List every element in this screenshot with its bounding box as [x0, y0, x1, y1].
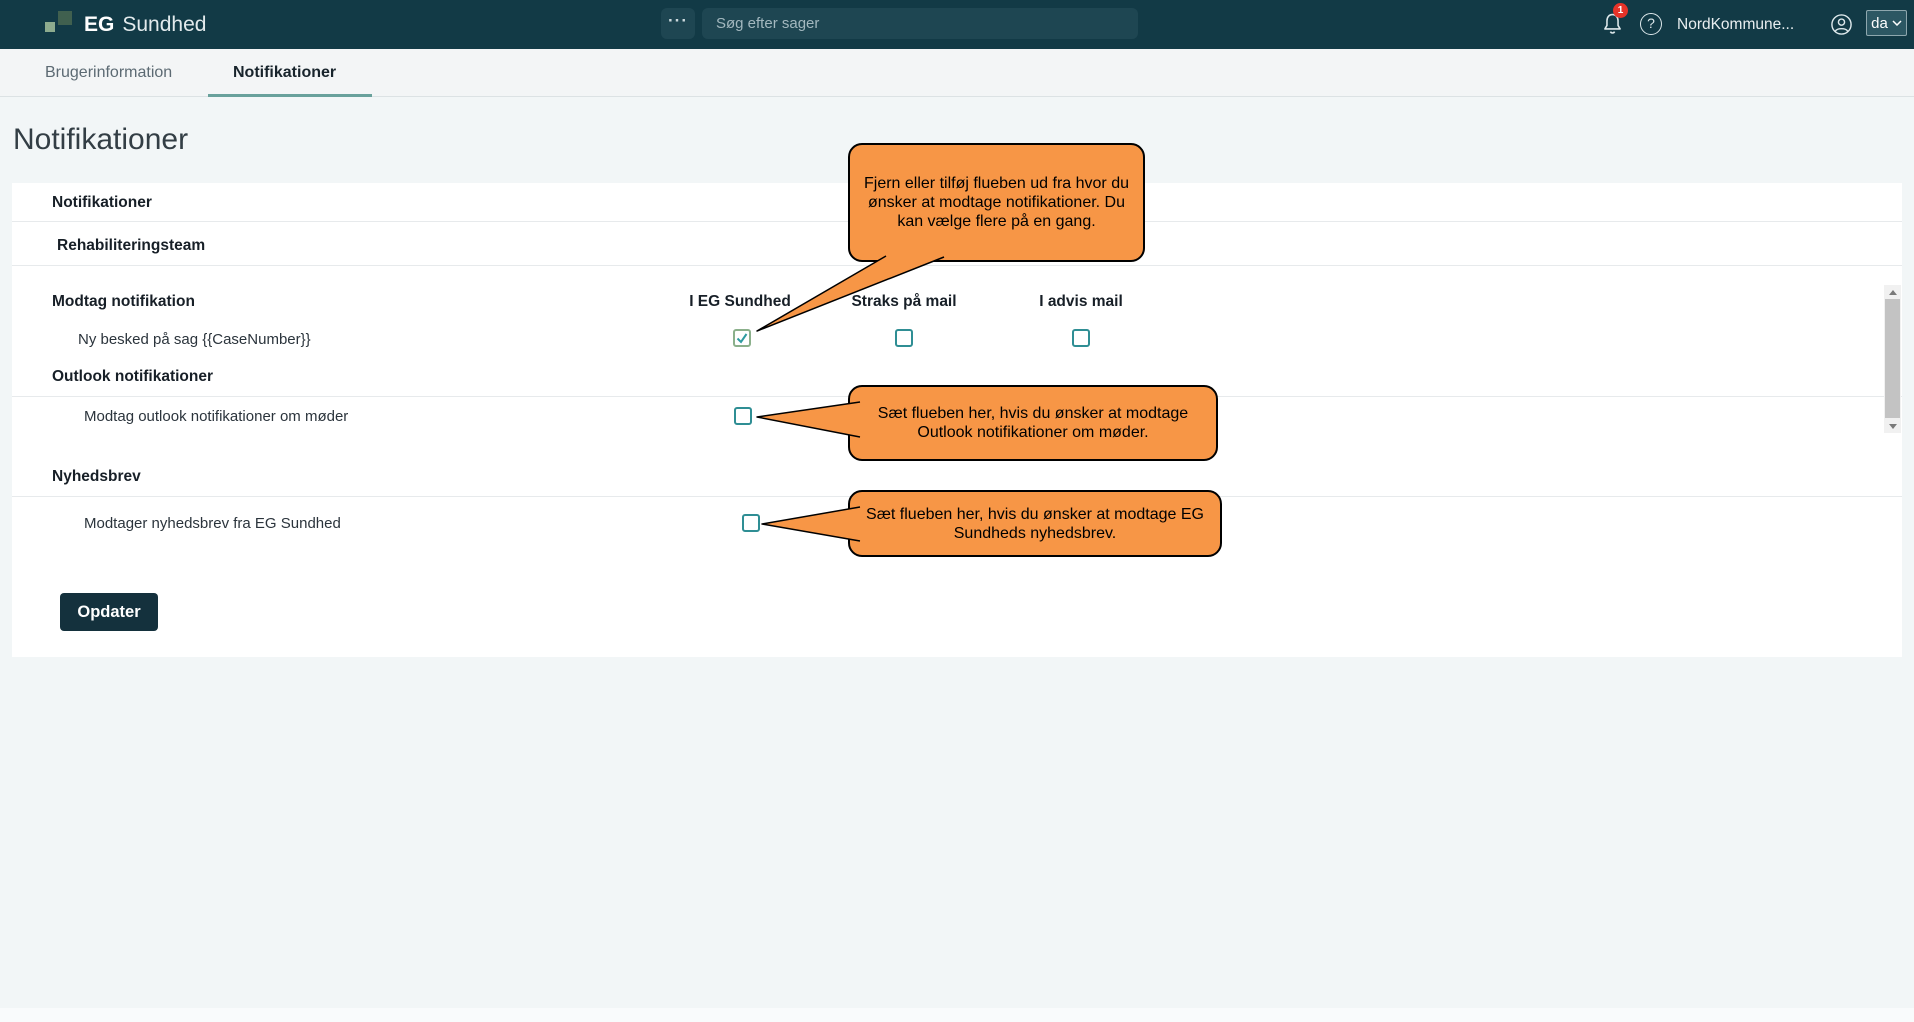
organization-name: NordKommune... — [1677, 0, 1794, 49]
scrollbar-thumb[interactable] — [1885, 299, 1900, 418]
brand-logo-square-small — [45, 22, 55, 32]
column-header-i-eg-sundhed: I EG Sundhed — [655, 293, 825, 311]
case-search — [702, 8, 1138, 39]
user-profile-icon[interactable] — [1830, 13, 1853, 36]
search-input[interactable] — [702, 8, 1138, 39]
chevron-down-icon — [1892, 20, 1902, 26]
language-selector[interactable]: da — [1866, 10, 1907, 36]
help-icon[interactable]: ? — [1640, 13, 1662, 35]
section-header-notifikationer: Notifikationer — [52, 194, 152, 212]
divider — [12, 265, 1902, 266]
checkbox-ny-besked-advis-mail[interactable] — [1072, 329, 1090, 347]
callout-notification-checkboxes: Fjern eller tilføj flueben ud fra hvor d… — [848, 143, 1145, 262]
column-header-i-advis-mail: I advis mail — [996, 293, 1166, 311]
notification-count-badge: 1 — [1613, 3, 1628, 18]
callout-nyhedsbrev-checkbox: Sæt flueben her, hvis du ønsker at modta… — [848, 490, 1222, 557]
checkmark-icon — [735, 331, 749, 345]
row-label-nyhedsbrev: Modtager nyhedsbrev fra EG Sundhed — [84, 515, 341, 532]
table-scrollbar[interactable] — [1884, 285, 1901, 433]
eg-sundhed-app: EG Sundhed ··· 1 ? NordKommune... da — [0, 0, 1914, 1022]
scroll-down-arrow-icon[interactable] — [1884, 419, 1901, 433]
checkbox-ny-besked-eg-sundhed[interactable] — [733, 329, 751, 347]
checkbox-outlook-notifikationer[interactable] — [734, 407, 752, 425]
section-header-outlook: Outlook notifikationer — [52, 368, 213, 386]
bottom-strip — [0, 1008, 1914, 1022]
active-tab-underline — [208, 94, 372, 97]
checkbox-ny-besked-straks-mail[interactable] — [895, 329, 913, 347]
callout-outlook-checkbox: Sæt flueben her, hvis du ønsker at modta… — [848, 385, 1218, 461]
brand-title-name: Sundhed — [122, 13, 206, 36]
update-button[interactable]: Opdater — [60, 593, 158, 631]
more-menu-button[interactable]: ··· — [661, 8, 695, 39]
section-header-nyhedsbrev: Nyhedsbrev — [52, 468, 141, 486]
tab-bar: Brugerinformation Notifikationer — [0, 49, 1914, 97]
row-label-outlook: Modtag outlook notifikationer om møder — [84, 408, 348, 425]
section-header-rehabiliteringsteam: Rehabiliteringsteam — [57, 237, 205, 255]
table-header-modtag-notifikation: Modtag notifikation — [52, 293, 195, 311]
brand-title: EG Sundhed — [84, 0, 206, 49]
page-title: Notifikationer — [13, 123, 188, 157]
row-label-ny-besked: Ny besked på sag {{CaseNumber}} — [78, 331, 311, 348]
brand-logo-square-large — [58, 11, 72, 25]
tab-notifikationer[interactable]: Notifikationer — [233, 49, 336, 97]
scroll-up-arrow-icon[interactable] — [1884, 285, 1901, 299]
brand-title-bold: EG — [84, 13, 114, 36]
checkbox-nyhedsbrev[interactable] — [742, 514, 760, 532]
app-header: EG Sundhed ··· 1 ? NordKommune... da — [0, 0, 1914, 49]
column-header-straks-pa-mail: Straks på mail — [819, 293, 989, 311]
tab-brugerinformation[interactable]: Brugerinformation — [45, 49, 172, 97]
language-code: da — [1871, 15, 1888, 32]
